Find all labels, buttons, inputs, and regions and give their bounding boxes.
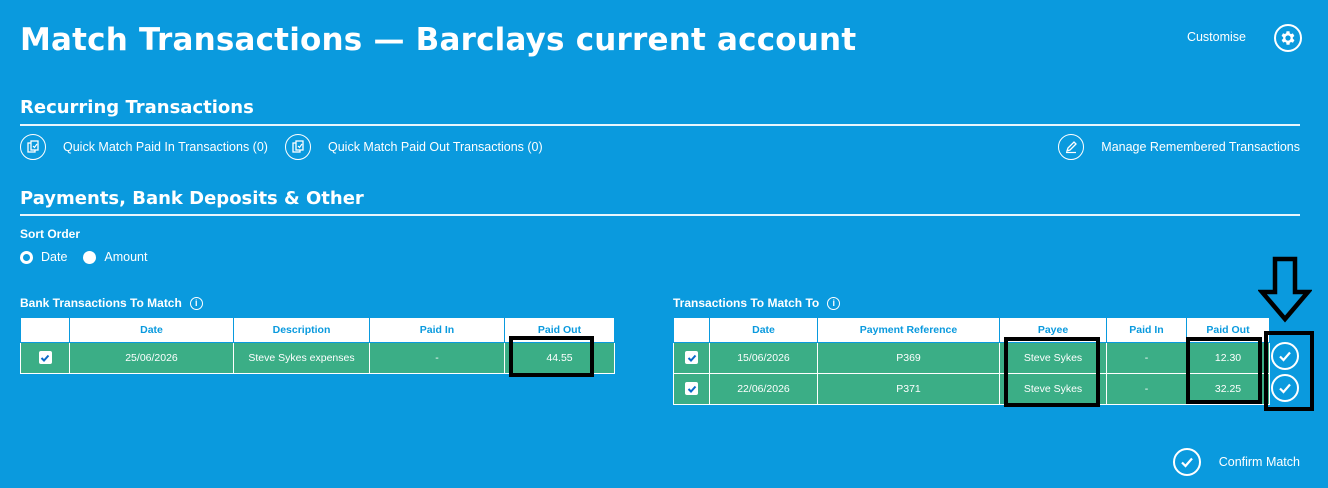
transactions-to-match-table: Date Payment Reference Payee Paid In Pai… xyxy=(673,318,1270,405)
column-header-date[interactable]: Date xyxy=(69,318,234,343)
column-header-select xyxy=(20,318,70,343)
sort-amount-radio[interactable] xyxy=(83,250,97,264)
info-icon[interactable]: i xyxy=(827,296,841,310)
confirm-match-label: Confirm Match xyxy=(1218,455,1300,469)
highlight-box xyxy=(1264,331,1314,411)
info-icon[interactable]: i xyxy=(189,296,203,310)
table-header-row: Date Payment Reference Payee Paid In Pai… xyxy=(673,318,1270,343)
cell-paid-in: - xyxy=(1106,372,1187,405)
recurring-divider xyxy=(20,124,1300,126)
cell-reference: P371 xyxy=(817,372,1000,405)
confirm-match-button[interactable]: Confirm Match xyxy=(1172,448,1300,476)
recurring-section-title: Recurring Transactions xyxy=(20,97,254,118)
table-row[interactable]: 15/06/2026 P369 Steve Sykes - 12.30 xyxy=(673,341,1270,374)
sort-date-label: Date xyxy=(41,250,68,264)
quick-match-paid-out-link[interactable]: Quick Match Paid Out Transactions (0) xyxy=(285,134,543,160)
down-arrow-icon xyxy=(1258,256,1312,323)
highlight-box xyxy=(509,336,594,377)
document-icon xyxy=(20,134,46,160)
cell-date: 15/06/2026 xyxy=(709,341,818,374)
sort-order-radios: Date Amount xyxy=(20,250,148,264)
column-header-select xyxy=(673,318,710,343)
column-header-payment-reference[interactable]: Payment Reference xyxy=(817,318,1000,343)
pencil-icon xyxy=(1058,134,1085,160)
payments-section-title: Payments, Bank Deposits & Other xyxy=(20,188,364,209)
column-header-paid-in[interactable]: Paid In xyxy=(369,318,505,343)
sort-date-radio[interactable] xyxy=(20,250,33,264)
cell-reference: P369 xyxy=(817,341,1000,374)
highlight-box xyxy=(1186,337,1262,404)
bank-table-title: Bank Transactions To Match i xyxy=(20,296,203,310)
document-icon xyxy=(285,134,311,160)
page-title: Match Transactions — Barclays current ac… xyxy=(20,22,857,58)
quick-match-paid-in-link[interactable]: Quick Match Paid In Transactions (0) xyxy=(20,134,268,160)
manage-remembered-link[interactable]: Manage Remembered Transactions xyxy=(1058,134,1300,160)
quick-match-paid-out-label: Quick Match Paid Out Transactions (0) xyxy=(328,140,543,154)
row-checkbox[interactable] xyxy=(685,382,698,395)
cell-date: 22/06/2026 xyxy=(709,372,818,405)
cell-paid-in: - xyxy=(1106,341,1187,374)
row-checkbox[interactable] xyxy=(685,351,698,364)
cell-paid-in: - xyxy=(369,341,505,374)
sort-amount-label: Amount xyxy=(104,250,148,264)
match-table-title-label: Transactions To Match To xyxy=(673,296,820,310)
column-header-paid-in[interactable]: Paid In xyxy=(1106,318,1187,343)
bank-table-title-label: Bank Transactions To Match xyxy=(20,296,182,310)
sort-order-label: Sort Order xyxy=(20,227,81,241)
check-circle-icon xyxy=(1172,448,1201,476)
customise-link[interactable]: Customise xyxy=(1187,30,1246,44)
column-header-description[interactable]: Description xyxy=(233,318,370,343)
cell-date: 25/06/2026 xyxy=(69,341,234,374)
gear-icon[interactable] xyxy=(1274,24,1302,52)
row-checkbox[interactable] xyxy=(38,351,52,364)
manage-remembered-label: Manage Remembered Transactions xyxy=(1101,140,1300,154)
highlight-box xyxy=(1004,337,1100,407)
quick-match-paid-in-label: Quick Match Paid In Transactions (0) xyxy=(63,140,268,154)
table-row[interactable]: 22/06/2026 P371 Steve Sykes - 32.25 xyxy=(673,372,1270,405)
payments-divider xyxy=(20,214,1300,216)
cell-description: Steve Sykes expenses xyxy=(233,341,370,374)
column-header-date[interactable]: Date xyxy=(709,318,818,343)
match-table-title: Transactions To Match To i xyxy=(673,296,841,310)
